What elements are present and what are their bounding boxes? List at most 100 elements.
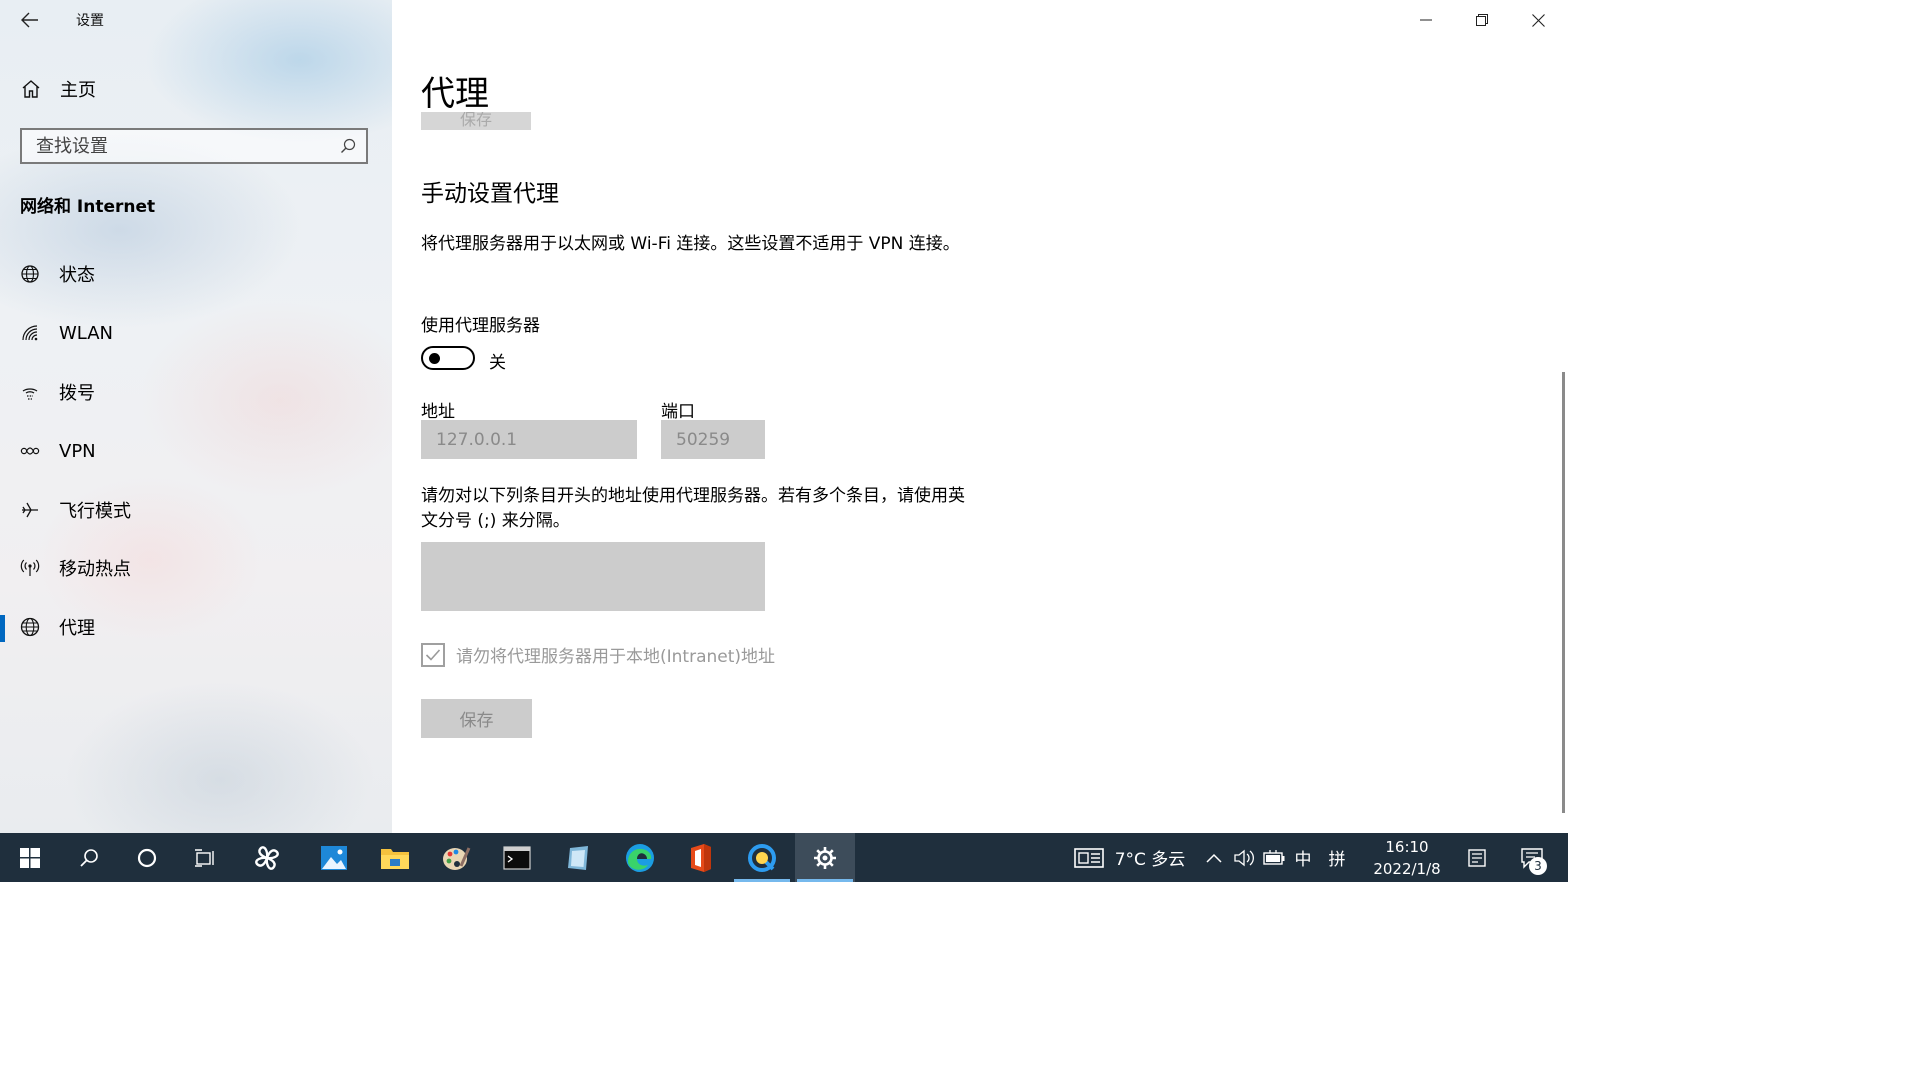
- battery-button[interactable]: [1262, 833, 1286, 882]
- taskbar-app-paint[interactable]: [426, 833, 486, 882]
- action-center-button[interactable]: 3: [1512, 833, 1552, 882]
- toggle-state-label: 关: [489, 353, 506, 373]
- home-label: 主页: [60, 80, 96, 101]
- search-icon: [80, 848, 98, 867]
- taskbar-search-button[interactable]: [59, 833, 119, 882]
- taskbar-app-pinwheel[interactable]: [237, 833, 297, 882]
- sidebar-item-dialup[interactable]: 拨号: [0, 367, 392, 417]
- running-indicator: [797, 879, 853, 882]
- taskbar: 7°C 多云 中 拼 16:10 2022/1/8 3: [0, 833, 1568, 882]
- volume-button[interactable]: [1231, 833, 1257, 882]
- port-input[interactable]: [661, 420, 765, 459]
- address-label: 地址: [421, 402, 455, 422]
- sidebar-item-vpn[interactable]: VPN: [0, 426, 392, 476]
- taskbar-app-edge[interactable]: [610, 833, 670, 882]
- start-icon: [20, 847, 40, 868]
- globe-status-icon: [19, 263, 41, 285]
- news-weather-icon: [1074, 847, 1104, 868]
- toggle-knob: [429, 353, 440, 364]
- restore-icon: [1476, 14, 1488, 26]
- weather-text[interactable]: 7°C 多云: [1110, 833, 1190, 882]
- airplane-icon: [19, 499, 41, 521]
- sidebar-item-label: WLAN: [59, 322, 114, 344]
- bypass-local-row[interactable]: 请勿将代理服务器用于本地(Intranet)地址: [421, 642, 775, 667]
- taskbar-app-notes[interactable]: [548, 833, 608, 882]
- notes-tray-icon: [1468, 848, 1486, 867]
- address-input[interactable]: [421, 420, 637, 459]
- sidebar-item-proxy[interactable]: 代理: [0, 602, 392, 652]
- taskbar-app-browser-q[interactable]: [732, 833, 792, 882]
- dialup-icon: [19, 381, 41, 403]
- save-button[interactable]: 保存: [421, 699, 532, 738]
- manual-proxy-heading: 手动设置代理: [421, 181, 559, 207]
- notes-icon: [568, 845, 588, 870]
- running-indicator: [734, 879, 790, 882]
- file-explorer-icon: [381, 848, 409, 869]
- sidebar-item-wlan[interactable]: WLAN: [0, 308, 392, 358]
- close-icon: [1531, 13, 1545, 27]
- taskbar-app-explorer[interactable]: [365, 833, 425, 882]
- clock-date: 2022/1/8: [1373, 860, 1441, 878]
- use-proxy-toggle[interactable]: [421, 346, 475, 370]
- show-hidden-icons-button[interactable]: [1202, 833, 1226, 882]
- manual-proxy-description: 将代理服务器用于以太网或 Wi-Fi 连接。这些设置不适用于 VPN 连接。: [421, 234, 960, 254]
- photos-icon: [321, 845, 347, 870]
- sidebar-item-airplane[interactable]: 飞行模式: [0, 485, 392, 535]
- cortana-icon: [137, 848, 157, 867]
- settings-sidebar: 设置 主页 网络和 Internet 状态 WLAN 拨号 VPN: [0, 0, 392, 833]
- pinwheel-app-icon: [255, 845, 279, 870]
- wifi-icon: [19, 322, 41, 344]
- sidebar-item-hotspot[interactable]: 移动热点: [0, 543, 392, 593]
- use-proxy-label: 使用代理服务器: [421, 316, 540, 336]
- auto-proxy-save-label: 保存: [459, 112, 492, 129]
- settings-icon: [814, 846, 836, 869]
- task-view-button[interactable]: [175, 833, 235, 882]
- port-label: 端口: [661, 402, 695, 422]
- sidebar-item-label: VPN: [59, 440, 96, 462]
- back-arrow-icon: [21, 12, 38, 28]
- sidebar-item-label: 拨号: [59, 383, 95, 404]
- edge-icon: [626, 843, 654, 872]
- cortana-button[interactable]: [117, 833, 177, 882]
- sidebar-item-label: 飞行模式: [59, 501, 131, 522]
- restore-button[interactable]: [1454, 0, 1510, 40]
- search-box[interactable]: [20, 128, 368, 164]
- exceptions-textarea[interactable]: [421, 542, 765, 611]
- chevron-up-icon: [1206, 853, 1222, 863]
- paint-icon: [443, 846, 471, 870]
- back-button[interactable]: [14, 6, 46, 34]
- taskbar-app-office[interactable]: [671, 833, 731, 882]
- minimize-icon: [1420, 19, 1432, 21]
- battery-icon: [1263, 849, 1285, 865]
- auto-proxy-save-button: 保存: [421, 112, 531, 130]
- proxy-settings-page: 代理 保存 手动设置代理 将代理服务器用于以太网或 Wi-Fi 连接。这些设置不…: [392, 0, 1568, 833]
- bypass-local-checkbox[interactable]: [421, 642, 445, 667]
- sidebar-item-label: 状态: [59, 265, 95, 286]
- notes-tray-button[interactable]: [1462, 833, 1492, 882]
- taskbar-app-photos[interactable]: [304, 833, 364, 882]
- sidebar-item-label: 代理: [59, 618, 95, 639]
- task-view-icon: [195, 848, 214, 867]
- exceptions-description: 请勿对以下列条目开头的地址使用代理服务器。若有多个条目，请使用英文分号 (;) …: [421, 486, 965, 531]
- home-icon: [22, 80, 40, 98]
- weather-widget-icon-wrap[interactable]: [1072, 833, 1106, 882]
- close-button[interactable]: [1510, 0, 1566, 40]
- taskbar-app-settings[interactable]: [795, 833, 855, 882]
- input-mode-indicator[interactable]: 拼: [1325, 833, 1349, 882]
- sidebar-item-home[interactable]: 主页: [20, 74, 96, 104]
- start-button[interactable]: [0, 833, 60, 882]
- page-title: 代理: [421, 74, 489, 114]
- checkmark-icon: [425, 648, 441, 661]
- minimize-button[interactable]: [1398, 0, 1454, 40]
- taskbar-clock[interactable]: 16:10 2022/1/8: [1366, 836, 1448, 880]
- search-icon[interactable]: [340, 138, 356, 154]
- input-method-indicator[interactable]: 中: [1291, 833, 1315, 882]
- scrollbar-thumb[interactable]: [1562, 372, 1565, 813]
- terminal-icon: [503, 845, 531, 870]
- notification-count-badge: 3: [1529, 857, 1547, 875]
- search-input[interactable]: [34, 134, 328, 158]
- office-icon: [691, 843, 711, 872]
- browser-q-icon: [748, 843, 776, 872]
- taskbar-app-terminal[interactable]: [487, 833, 547, 882]
- sidebar-item-status[interactable]: 状态: [0, 249, 392, 299]
